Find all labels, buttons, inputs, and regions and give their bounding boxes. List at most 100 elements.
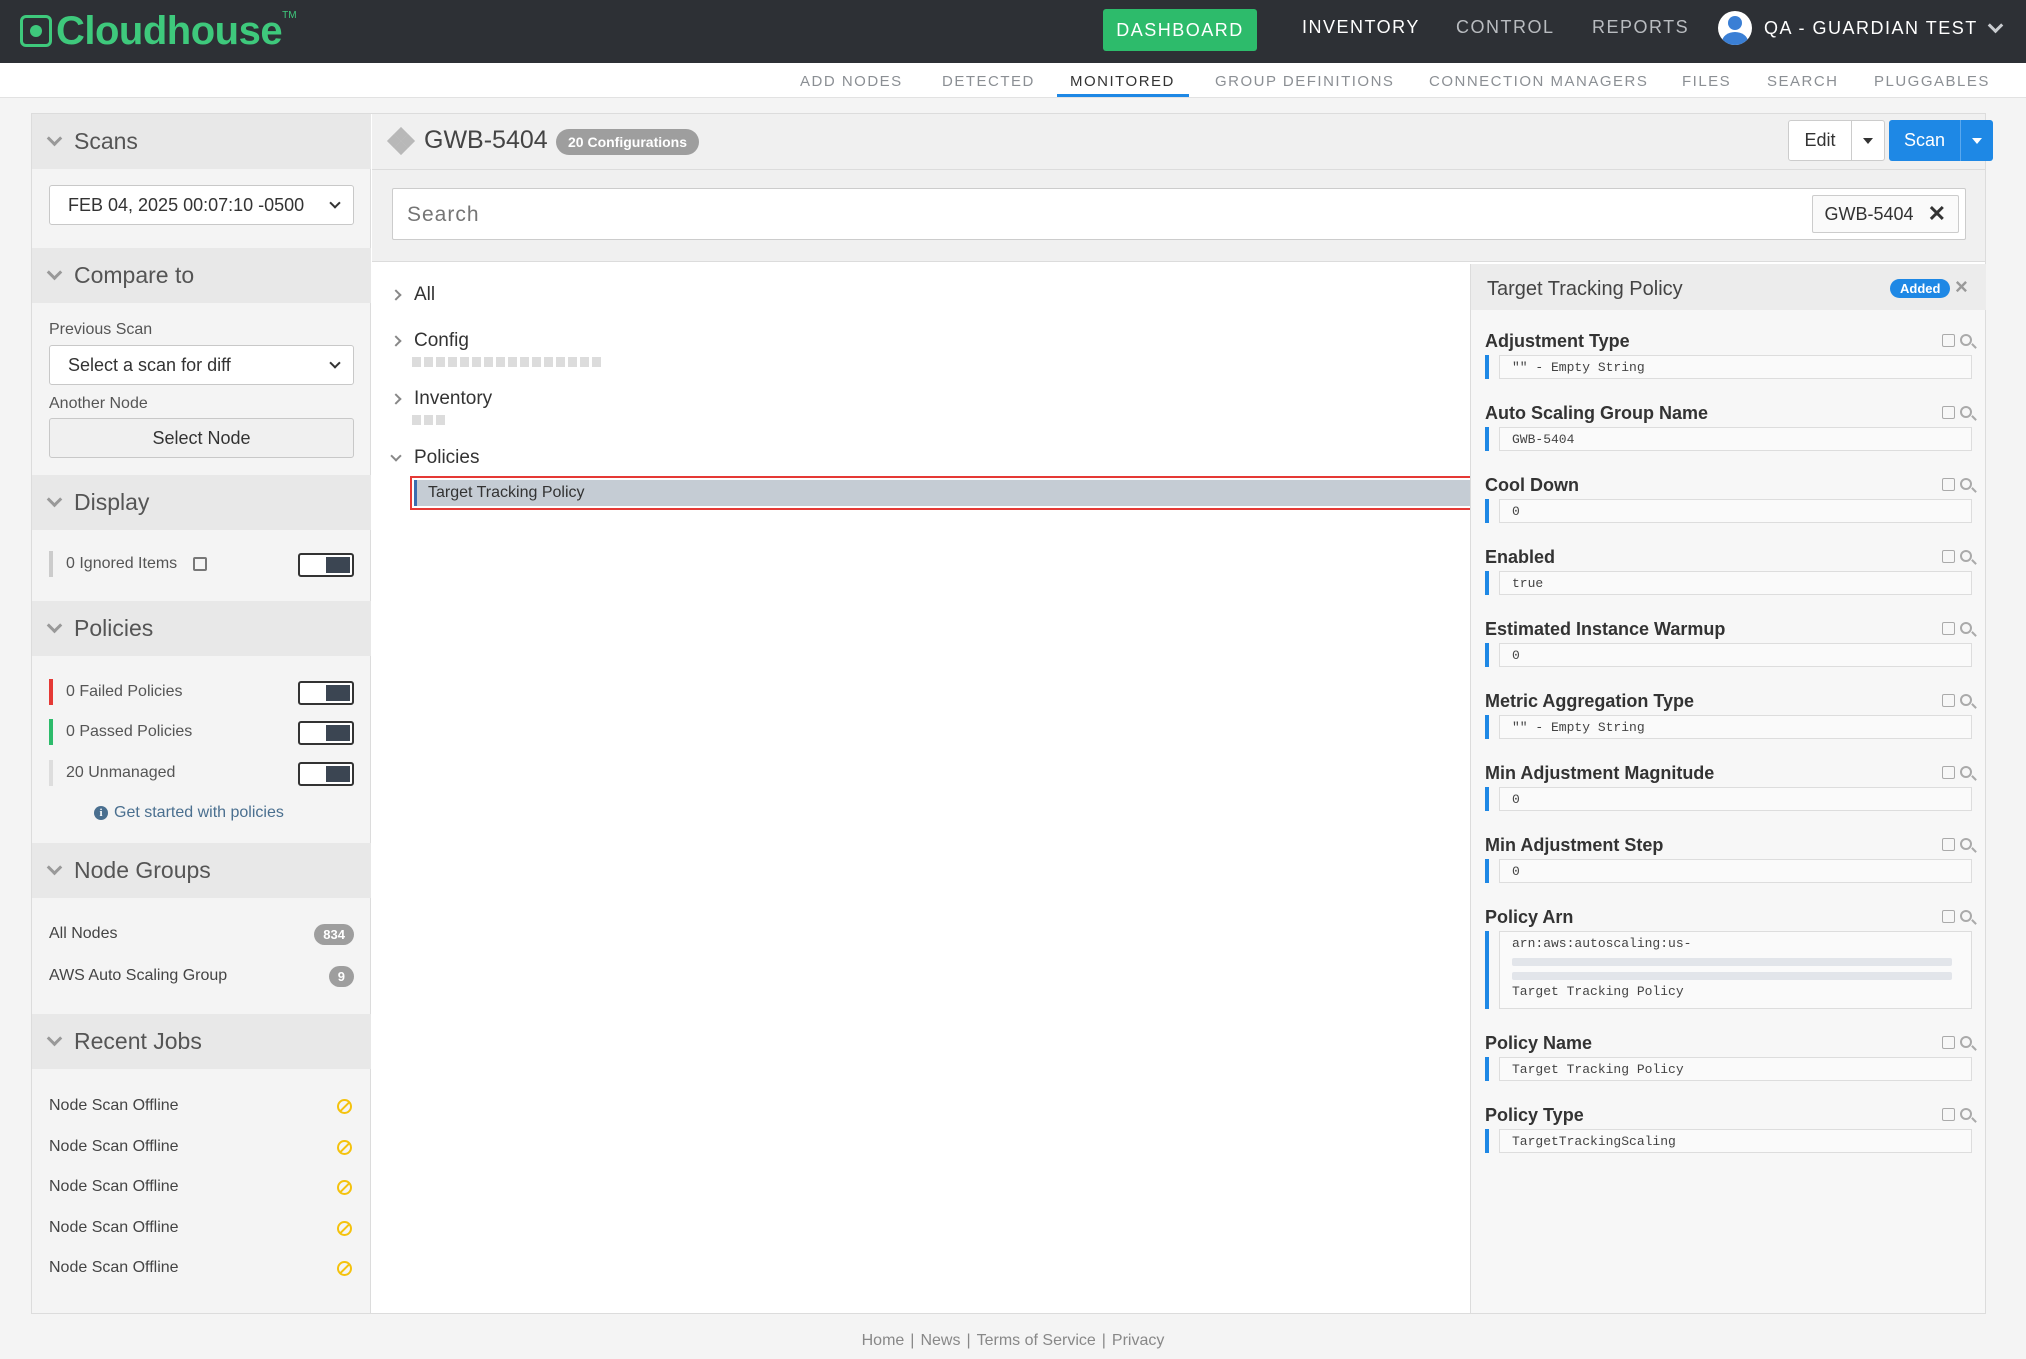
subnav-group-definitions[interactable]: GROUP DEFINITIONS [1215, 73, 1394, 90]
close-icon[interactable]: ✕ [1928, 201, 1946, 227]
copy-icon[interactable] [1942, 838, 1955, 851]
subnav-add-nodes[interactable]: ADD NODES [800, 73, 903, 90]
scan-dropdown-toggle[interactable] [1961, 120, 1993, 161]
search-icon[interactable] [1960, 334, 1972, 346]
recent-job-item[interactable]: Node Scan Offline [49, 1217, 354, 1239]
nav-reports[interactable]: REPORTS [1592, 17, 1689, 38]
close-icon[interactable]: × [1955, 274, 1968, 300]
search-icon[interactable] [1960, 550, 1972, 562]
property-name: Policy Arn [1485, 907, 1574, 927]
property-min-adjustment-step: Min Adjustment Step 0 [1485, 835, 1972, 883]
property-value: "" - Empty String [1499, 355, 1972, 379]
recent-jobs-section-header[interactable]: Recent Jobs [32, 1014, 371, 1069]
nav-inventory[interactable]: INVENTORY [1302, 17, 1420, 38]
edit-dropdown-toggle[interactable] [1852, 121, 1884, 160]
ignored-items-toggle[interactable] [298, 553, 354, 577]
search-icon[interactable] [1960, 1108, 1972, 1120]
tree-node-all[interactable]: All [390, 284, 435, 306]
subnav-files[interactable]: FILES [1682, 73, 1731, 90]
copy-icon[interactable] [1942, 766, 1955, 779]
node-group-aws-auto-scaling[interactable]: AWS Auto Scaling Group 9 [49, 964, 354, 988]
copy-icon[interactable] [1942, 406, 1955, 419]
tree-node-inventory[interactable]: Inventory [390, 388, 493, 410]
tree-node-config[interactable]: Config [390, 330, 469, 352]
user-menu[interactable]: QA - GUARDIAN TEST [1718, 11, 2003, 45]
search-icon[interactable] [1960, 478, 1972, 490]
footer-terms-link[interactable]: Terms of Service [977, 1332, 1096, 1349]
copy-icon[interactable] [1942, 334, 1955, 347]
property-name: Adjustment Type [1485, 331, 1630, 351]
scans-section-header[interactable]: Scans [32, 114, 371, 169]
search-icon[interactable] [1960, 838, 1972, 850]
copy-icon[interactable] [1942, 910, 1955, 923]
offline-status-icon [337, 1220, 352, 1236]
footer-news-link[interactable]: News [920, 1332, 960, 1349]
offline-status-icon [337, 1098, 352, 1114]
scan-date-select[interactable]: FEB 04, 2025 00:07:10 -0500 [49, 185, 354, 225]
chevron-down-icon [46, 1030, 63, 1047]
cloudhouse-logo[interactable]: Cloudhouse TM [20, 8, 297, 54]
display-section-header[interactable]: Display [32, 475, 371, 530]
passed-policies-toggle[interactable] [298, 721, 354, 745]
section-title: Node Groups [74, 857, 211, 883]
search-icon[interactable] [1960, 694, 1972, 706]
copy-icon[interactable] [1942, 694, 1955, 707]
property-policy-arn: Policy Arn arn:aws:autoscaling:us- Targe… [1485, 907, 1972, 1009]
subnav-pluggables[interactable]: PLUGGABLES [1874, 73, 1990, 90]
nav-control[interactable]: CONTROL [1456, 17, 1555, 38]
detail-panel: Target Tracking Policy Added × Adjustmen… [1470, 264, 1986, 1313]
copy-icon[interactable] [1942, 1108, 1955, 1121]
scan-button[interactable]: Scan [1889, 120, 1961, 161]
copy-icon[interactable] [1942, 1036, 1955, 1049]
search-icon[interactable] [1960, 910, 1972, 922]
subnav-connection-managers[interactable]: CONNECTION MANAGERS [1429, 73, 1648, 90]
previous-scan-select[interactable]: Select a scan for diff [49, 345, 354, 385]
policies-section-header[interactable]: Policies [32, 601, 371, 656]
search-icon[interactable] [1960, 766, 1972, 778]
footer-home-link[interactable]: Home [862, 1332, 905, 1349]
search-icon[interactable] [1960, 406, 1972, 418]
search-tag-label: GWB-5404 [1824, 203, 1914, 224]
copy-icon[interactable] [1942, 622, 1955, 635]
recent-job-item[interactable]: Node Scan Offline [49, 1136, 354, 1158]
copy-icon[interactable] [1942, 478, 1955, 491]
recent-job-item[interactable]: Node Scan Offline [49, 1257, 354, 1279]
search-icon[interactable] [1960, 1036, 1972, 1048]
search-input[interactable] [407, 203, 1507, 227]
node-group-count-badge: 9 [328, 965, 354, 987]
footer-privacy-link[interactable]: Privacy [1112, 1332, 1164, 1349]
policies-help-link[interactable]: i Get started with policies [94, 804, 284, 822]
section-title: Policies [74, 615, 154, 641]
tree-item-target-tracking-policy[interactable]: Target Tracking Policy [410, 476, 1474, 510]
another-node-label: Another Node [49, 395, 148, 412]
subnav-monitored[interactable]: MONITORED [1070, 73, 1175, 90]
property-value: 0 [1499, 787, 1972, 811]
nav-dashboard-button[interactable]: DASHBOARD [1103, 9, 1257, 51]
chevron-down-icon [390, 449, 402, 462]
property-policy-type: Policy Type TargetTrackingScaling [1485, 1105, 1972, 1153]
passed-status-bar [49, 719, 53, 745]
subnav-detected[interactable]: DETECTED [942, 73, 1035, 90]
subnav-search[interactable]: SEARCH [1767, 73, 1839, 90]
unmanaged-toggle[interactable] [298, 762, 354, 786]
node-groups-section-header[interactable]: Node Groups [32, 843, 371, 898]
search-icon[interactable] [1960, 622, 1972, 634]
select-node-button[interactable]: Select Node [49, 418, 354, 458]
compare-section-header[interactable]: Compare to [32, 248, 371, 303]
failed-policies-toggle[interactable] [298, 681, 354, 705]
recent-job-item[interactable]: Node Scan Offline [49, 1176, 354, 1198]
edit-button[interactable]: Edit [1789, 121, 1852, 160]
edit-icon[interactable] [193, 557, 208, 571]
node-group-all-nodes[interactable]: All Nodes 834 [49, 922, 354, 946]
property-estimated-instance-warmup: Estimated Instance Warmup 0 [1485, 619, 1972, 667]
copy-icon[interactable] [1942, 550, 1955, 563]
property-value: arn:aws:autoscaling:us- [1512, 936, 1692, 951]
job-label: Node Scan Offline [49, 1097, 179, 1114]
recent-job-item[interactable]: Node Scan Offline [49, 1095, 354, 1117]
ignored-items-row: 0 Ignored Items [49, 551, 354, 577]
tree-node-label: Inventory [414, 388, 493, 409]
top-navbar: Cloudhouse TM DASHBOARD INVENTORY CONTRO… [0, 0, 2026, 63]
redacted-config-summary [412, 357, 601, 367]
tree-node-policies[interactable]: Policies [390, 447, 479, 469]
property-value: 0 [1499, 859, 1972, 883]
